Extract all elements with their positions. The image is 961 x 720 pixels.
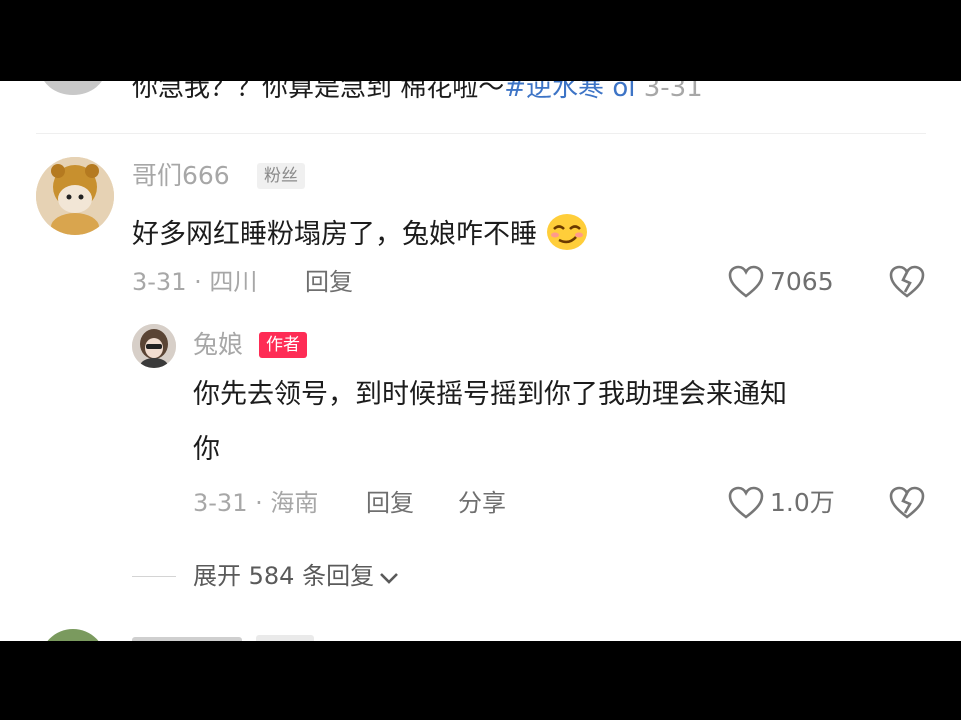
expand-replies-label: 展开 584 条回复 <box>193 562 375 590</box>
expand-replies-button[interactable]: 展开 584 条回复 <box>193 561 400 591</box>
next-username-placeholder <box>132 637 242 641</box>
next-badge-placeholder <box>256 635 314 641</box>
like-heart-icon[interactable] <box>728 486 764 520</box>
avatar[interactable] <box>40 81 106 95</box>
comment-text: 好多网红睡粉塌房了，兔娘咋不睡 <box>132 213 588 252</box>
smirk-emoji-icon <box>546 213 588 251</box>
comment-date: 3-31 <box>643 81 703 103</box>
like-count: 1.0万 <box>770 488 835 517</box>
fan-badge: 粉丝 <box>257 163 305 189</box>
reply-button[interactable]: 回复 <box>305 267 353 297</box>
reply-username[interactable]: 兔娘 <box>193 330 243 360</box>
girl-avatar-icon <box>132 324 176 368</box>
avatar[interactable] <box>36 157 114 235</box>
like-heart-icon[interactable] <box>728 265 764 299</box>
comment-username[interactable]: 哥们666 <box>132 161 230 191</box>
reply-text-line2: 你 <box>193 434 220 465</box>
reply-date-location: 3-31 · 海南 <box>193 489 319 517</box>
dislike-broken-heart-icon[interactable] <box>889 486 925 520</box>
expand-divider <box>132 576 176 577</box>
like-count: 7065 <box>770 267 834 296</box>
comment-date-location: 3-31 · 四川 <box>132 268 258 296</box>
comment-list: 你急我？？你算是急到 棉花啦～#逆水寒 ol 3-31 哥们666 粉丝 好多网… <box>0 81 961 641</box>
dislike-broken-heart-icon[interactable] <box>889 265 925 299</box>
reply-button[interactable]: 回复 <box>366 488 414 518</box>
divider <box>36 133 926 134</box>
chevron-down-icon <box>378 570 400 586</box>
author-badge: 作者 <box>259 332 307 358</box>
reply-text-line1: 你先去领号，到时候摇号摇到你了我助理会来通知 <box>193 379 787 410</box>
comment-body: 你急我？？你算是急到 棉花啦～ <box>132 81 505 103</box>
hashtag-link[interactable]: #逆水寒 ol <box>504 81 635 103</box>
avatar[interactable] <box>40 629 106 641</box>
comment-body: 好多网红睡粉塌房了，兔娘咋不睡 <box>132 219 537 250</box>
share-button[interactable]: 分享 <box>458 488 506 518</box>
author-avatar[interactable] <box>132 324 176 368</box>
comment-text: 你急我？？你算是急到 棉花啦～#逆水寒 ol 3-31 <box>132 81 703 103</box>
cat-avatar-icon <box>36 157 114 235</box>
